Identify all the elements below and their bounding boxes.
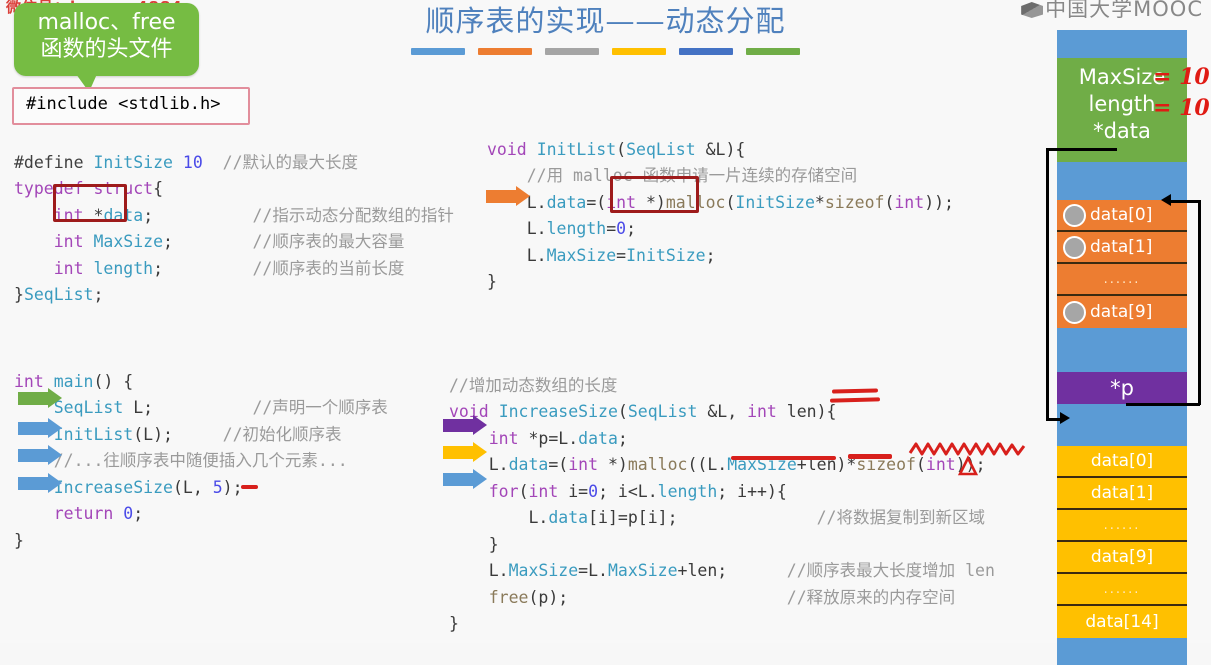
mem-pointer-p-label: *p <box>1110 376 1134 400</box>
mem-pointer-p-block: *p <box>1057 372 1187 404</box>
mem-new-cell-9-label: data[9] <box>1090 547 1154 567</box>
pen-underline-maxsize <box>731 456 836 460</box>
code-block-struct: #define InitSize 10 //默认的最大长度 typedef st… <box>14 152 454 305</box>
ptr-p-arrowhead <box>1161 194 1171 206</box>
ptr-data-seg-v <box>1046 148 1049 420</box>
title-bar-4 <box>679 48 733 55</box>
mem-old-ellipsis-label: ...... <box>1103 271 1141 287</box>
mem-old-cell-9: data[9] <box>1057 296 1187 328</box>
callout-line-1: malloc、free <box>37 10 176 35</box>
mem-free-gap-2 <box>1057 328 1187 372</box>
title-bar-1 <box>478 48 532 55</box>
title-bar-0 <box>411 48 465 55</box>
annotation-maxsize-value: = 10 <box>1153 64 1210 90</box>
mem-new-cell-9: data[9] <box>1057 542 1187 574</box>
code-block-initlist: void InitList(SeqList &L){ //用 malloc 函数… <box>487 139 954 292</box>
code-block-main: int main() { SeqList L; //声明一个顺序表 InitLi… <box>14 371 388 550</box>
slide-canvas: 微信号：kaoyan4884 中国大学MOOC 顺序表的实现——动态分配 mal… <box>0 0 1211 665</box>
ptr-data-arrowhead <box>1060 412 1070 424</box>
pen-underline-five <box>241 485 258 489</box>
ptr-p-seg-h1 <box>1126 403 1200 406</box>
title-bar-3 <box>612 48 666 55</box>
mem-old-cell-ellipsis: ...... <box>1057 264 1187 296</box>
title-bar-2 <box>545 48 599 55</box>
include-text: #include <stdlib.h> <box>26 94 221 114</box>
annotation-length-value: = 10 <box>1153 95 1210 121</box>
mem-old-cell-9-label: data[9] <box>1090 302 1153 322</box>
value-dot-icon <box>1063 235 1086 259</box>
callout-bubble: malloc、free 函数的头文件 <box>14 3 199 92</box>
ptr-data-seg-h0 <box>1046 148 1078 151</box>
mem-new-cell-1: data[1] <box>1057 478 1187 510</box>
value-dot-icon <box>1063 300 1086 324</box>
ptr-data-seg-h1 <box>1075 148 1117 151</box>
mem-free-top <box>1057 30 1187 58</box>
pen-underline-len2 <box>848 454 892 459</box>
mem-new-cell-0: data[0] <box>1057 446 1187 478</box>
mem-free-bottom <box>1057 638 1187 665</box>
mem-new-cell-14: data[14] <box>1057 606 1187 638</box>
mem-old-cell-0-label: data[0] <box>1090 205 1153 225</box>
ptr-p-seg-v <box>1198 200 1201 405</box>
mem-old-cell-1-label: data[1] <box>1090 237 1153 257</box>
mem-new-cell-14-label: data[14] <box>1085 612 1159 632</box>
callout-line-2: 函数的头文件 <box>40 36 173 62</box>
mem-new-ellipsis-2-label: ...... <box>1103 581 1141 597</box>
mem-new-ellipsis-1-label: ...... <box>1103 517 1141 533</box>
mem-new-cell-0-label: data[0] <box>1090 451 1154 471</box>
value-dot-icon <box>1063 203 1086 227</box>
mem-field-data: *data <box>1093 118 1151 143</box>
code-block-increasesize: //增加动态数组的长度 void IncreaseSize(SeqList &L… <box>449 375 995 634</box>
mem-new-cell-ellipsis-2: ...... <box>1057 574 1187 606</box>
ptr-p-seg-h2 <box>1170 200 1200 203</box>
mem-new-cell-1-label: data[1] <box>1090 483 1154 503</box>
mem-free-gap-3 <box>1057 404 1187 446</box>
include-directive-box: #include <stdlib.h> <box>12 87 250 125</box>
mem-new-cell-ellipsis-1: ...... <box>1057 510 1187 542</box>
title-bar-5 <box>746 48 800 55</box>
mem-old-cell-1: data[1] <box>1057 232 1187 264</box>
